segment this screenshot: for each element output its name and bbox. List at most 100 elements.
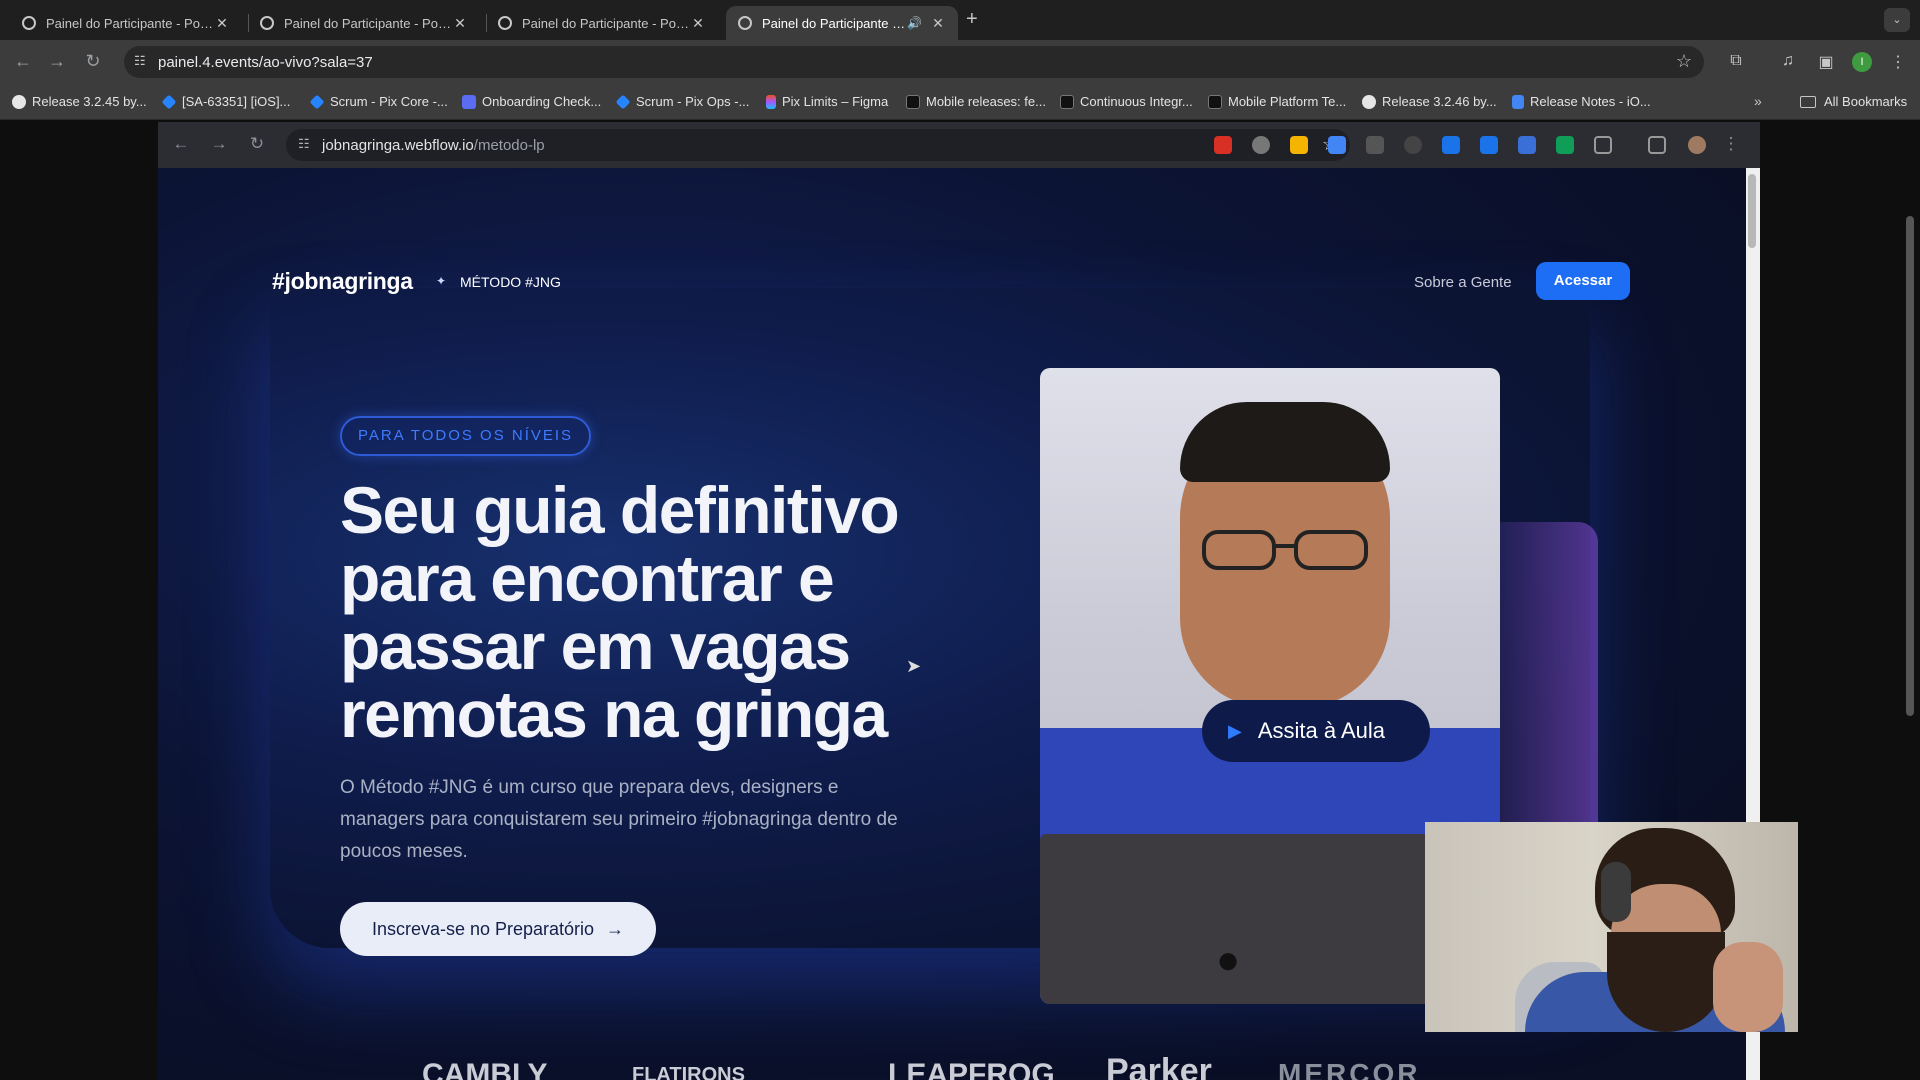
forward-icon[interactable]: → [46, 51, 68, 72]
bookmark-star-icon[interactable]: ☆ [1676, 51, 1692, 72]
site-info-icon[interactable]: ☷ [298, 136, 310, 152]
extensions-icon[interactable]: ⧉ [1726, 52, 1746, 70]
nav-about-link[interactable]: Sobre a Gente [1414, 274, 1512, 291]
forward-icon[interactable]: → [208, 134, 230, 154]
bookmark-item[interactable]: Pix Limits – Figma [766, 94, 888, 109]
headset-illustration [1601, 862, 1631, 922]
extension-icon[interactable] [1480, 136, 1498, 154]
reload-icon[interactable]: ↻ [82, 51, 104, 72]
product-name: MÉTODO #JNG [460, 274, 561, 290]
extension-icon[interactable] [1252, 136, 1270, 154]
back-icon[interactable]: ← [170, 134, 192, 154]
tab-search-button[interactable]: ⌄ [1884, 8, 1910, 32]
mouse-cursor-icon: ➤ [906, 656, 922, 676]
bookmark-item[interactable]: Scrum - Pix Core -... [309, 94, 448, 109]
figma-icon [766, 94, 776, 109]
bookmark-item[interactable]: Onboarding Check... [462, 94, 601, 109]
tab-title: Painel do Participante - Power [762, 15, 907, 31]
extension-icon[interactable] [1556, 136, 1574, 154]
jira-icon [615, 94, 631, 109]
scrollbar[interactable] [1906, 216, 1914, 716]
access-button[interactable]: Acessar [1536, 262, 1630, 300]
close-icon[interactable]: ✕ [214, 15, 230, 32]
extension-icon[interactable] [1328, 136, 1346, 154]
bookmark-item[interactable]: Release 3.2.45 by... [12, 94, 147, 109]
site-logo[interactable]: #jobnagringa [272, 268, 413, 295]
globe-icon [260, 16, 274, 30]
media-icon[interactable]: ♫ [1778, 52, 1798, 70]
logo-parker: Parker [1106, 1052, 1212, 1080]
extension-icon[interactable] [1290, 136, 1308, 154]
bitrise-icon [1060, 94, 1074, 109]
browser-tab-active[interactable]: Painel do Participante - Power 🔊 ✕ [726, 6, 958, 40]
extension-icon[interactable] [1518, 136, 1536, 154]
bookmark-item[interactable]: Scrum - Pix Ops -... [615, 94, 749, 109]
profile-avatar[interactable]: I [1852, 52, 1872, 72]
jira-icon [161, 94, 177, 109]
logo-leapfrog: LEAPFROG [888, 1058, 1055, 1080]
profile-avatar[interactable] [1688, 136, 1706, 154]
inner-address-bar[interactable]: ☷ jobnagringa.webflow.io/metodo-lp ☆ [286, 129, 1350, 161]
side-panel-icon[interactable]: ▣ [1816, 52, 1836, 72]
bookmark-item[interactable]: Release 3.2.46 by... [1362, 94, 1497, 109]
apple-logo-icon: ● [1216, 938, 1241, 982]
jira-icon [309, 94, 325, 109]
enroll-button[interactable]: Inscreva-se no Preparatório → [340, 902, 656, 956]
logo-flatirons: FLATIRONS [632, 1064, 745, 1080]
reload-icon[interactable]: ↻ [246, 134, 268, 154]
inner-url-text[interactable]: jobnagringa.webflow.io/metodo-lp [322, 137, 545, 154]
close-icon[interactable]: ✕ [452, 15, 468, 32]
bookmark-item[interactable]: Continuous Integr... [1060, 94, 1193, 109]
arrow-right-icon: → [606, 919, 625, 939]
sparkle-icon: ✦ [436, 274, 447, 288]
puzzle-icon[interactable] [1594, 136, 1612, 154]
all-bookmarks-button[interactable]: All Bookmarks [1800, 94, 1907, 109]
scrollbar-thumb[interactable] [1748, 174, 1756, 248]
site-info-icon[interactable]: ☷ [134, 53, 150, 69]
tab-title: Painel do Participante - Power [284, 15, 452, 31]
bitrise-icon [1208, 94, 1222, 109]
github-icon [12, 94, 26, 109]
bitrise-icon [906, 94, 920, 109]
logo-cambly: CAMBLY [422, 1058, 548, 1080]
close-icon[interactable]: ✕ [930, 15, 946, 32]
github-icon [1362, 94, 1376, 109]
speaker-icon[interactable]: 🔊 [907, 16, 922, 30]
extension-icon[interactable] [1366, 136, 1384, 154]
chevron-double-right-icon[interactable]: » [1754, 93, 1762, 109]
tab-strip: Painel do Participante - Power ✕ Painel … [0, 0, 1920, 40]
play-icon: ▶ [1228, 720, 1242, 741]
hero-subtitle: O Método #JNG é um curso que prepara dev… [340, 777, 898, 862]
url-text[interactable]: painel.4.events/ao-vivo?sala=37 [158, 54, 373, 71]
close-icon[interactable]: ✕ [690, 15, 706, 32]
download-icon[interactable] [1442, 136, 1460, 154]
bookmark-item[interactable]: Mobile releases: fe... [906, 94, 1046, 109]
logo-mercor: MERCOR [1278, 1058, 1421, 1080]
address-bar[interactable]: ☷ painel.4.events/ao-vivo?sala=37 ☆ [124, 46, 1704, 78]
new-tab-button[interactable]: + [966, 8, 978, 31]
extension-icon[interactable] [1404, 136, 1422, 154]
back-icon[interactable]: ← [12, 51, 34, 72]
webcam-overlay [1425, 822, 1798, 1032]
browser-tab[interactable]: Painel do Participante - Power ✕ [486, 6, 718, 40]
globe-icon [738, 16, 752, 30]
watch-lesson-button[interactable]: ▶ Assita à Aula [1202, 700, 1430, 762]
bookmark-item[interactable]: [SA-63351] [iOS]... [161, 94, 290, 109]
side-panel-icon[interactable] [1648, 136, 1666, 154]
clickup-icon [462, 94, 476, 109]
bookmark-item[interactable]: Release Notes - iO... [1512, 94, 1651, 109]
extension-icon[interactable] [1214, 136, 1232, 154]
bookmarks-bar: Release 3.2.45 by... [SA-63351] [iOS]...… [0, 84, 1920, 120]
globe-icon [498, 16, 512, 30]
tab-title: Painel do Participante - Power [46, 15, 214, 31]
globe-icon [22, 16, 36, 30]
folder-icon [1800, 95, 1816, 108]
browser-tab[interactable]: Painel do Participante - Power ✕ [248, 6, 480, 40]
menu-icon[interactable]: ⋮ [1720, 134, 1742, 154]
inner-browser-toolbar: ← → ↻ ☷ jobnagringa.webflow.io/metodo-lp… [158, 122, 1760, 168]
hero-headline: Seu guia definitivo para encontrar e pas… [340, 473, 900, 751]
docs-icon [1512, 94, 1524, 109]
browser-tab[interactable]: Painel do Participante - Power ✕ [10, 6, 242, 40]
menu-icon[interactable]: ⋮ [1888, 52, 1908, 72]
bookmark-item[interactable]: Mobile Platform Te... [1208, 94, 1346, 109]
